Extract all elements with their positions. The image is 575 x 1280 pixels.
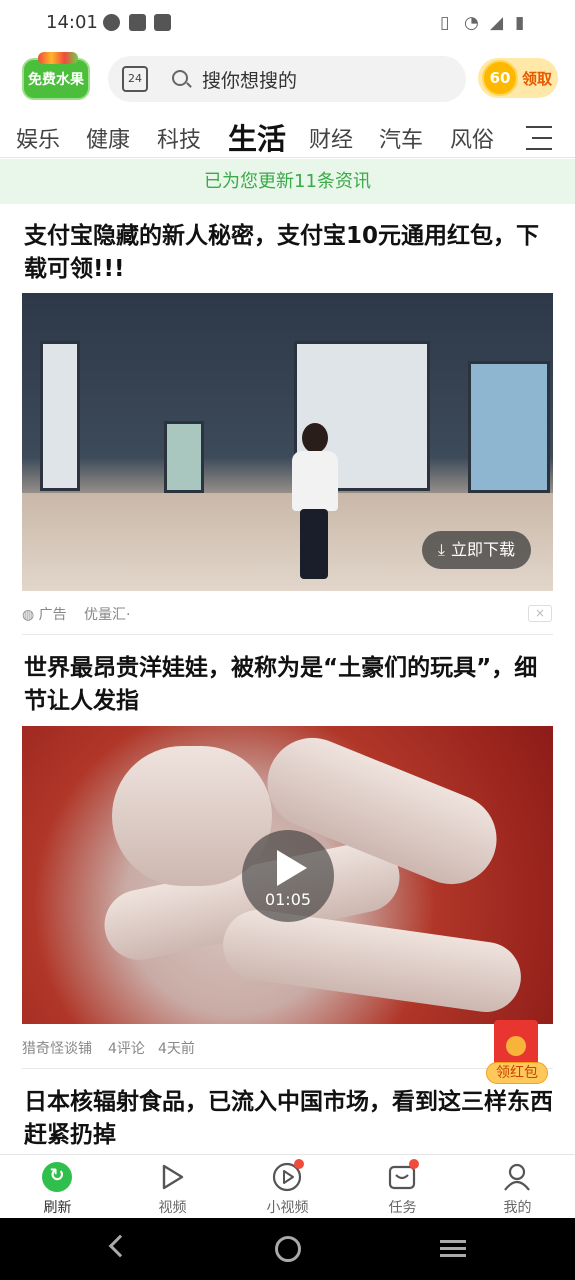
play-icon — [277, 850, 307, 886]
signal-icon: ◢ — [490, 13, 504, 33]
bottom-nav: 刷新 视频 小视频 任务 我的 — [0, 1154, 575, 1218]
back-icon[interactable] — [108, 1234, 132, 1258]
home-icon[interactable] — [275, 1236, 301, 1262]
video-thumbnail[interactable]: 01:05 — [22, 726, 553, 1024]
play-icon — [162, 1164, 184, 1190]
tab-auto[interactable]: 汽车 — [379, 122, 423, 154]
refresh-icon — [42, 1162, 72, 1192]
nav-profile[interactable]: 我的 — [460, 1155, 575, 1219]
nav-label: 小视频 — [266, 1200, 309, 1216]
tab-health[interactable]: 健康 — [86, 122, 130, 154]
update-notice: 已为您更新11条资讯 — [0, 159, 575, 204]
battery-icon: ▮ — [515, 13, 525, 33]
comment-count: 4评论 — [108, 1041, 145, 1057]
ad-source: 优量汇· — [84, 607, 131, 623]
logo-label: 免费水果 — [28, 72, 84, 88]
claim-label: 领取 — [522, 70, 553, 88]
app-header: 免费水果 24 搜你想搜的 60 领取 — [0, 46, 575, 110]
notification-badge — [294, 1159, 304, 1169]
coin-claim-button[interactable]: 60 领取 — [478, 58, 558, 98]
mail-icon — [154, 14, 171, 31]
post-time: 4天前 — [158, 1041, 195, 1057]
search-bar[interactable]: 24 搜你想搜的 — [108, 56, 466, 102]
tab-tech[interactable]: 科技 — [157, 122, 201, 154]
tab-customs[interactable]: 风俗 — [450, 122, 494, 154]
red-packet-button[interactable]: 领红包 — [486, 1020, 548, 1086]
calendar-icon[interactable]: 24 — [122, 66, 148, 92]
nav-video[interactable]: 视频 — [115, 1155, 230, 1219]
channel-menu-icon[interactable] — [520, 126, 552, 150]
nav-refresh[interactable]: 刷新 — [0, 1155, 115, 1219]
red-envelope-icon — [494, 1020, 538, 1068]
ad-image[interactable]: ⤓ 立即下载 — [22, 293, 553, 591]
download-button[interactable]: ⤓ 立即下载 — [421, 531, 531, 569]
download-icon: ⤓ — [437, 540, 445, 559]
tab-entertainment[interactable]: 娱乐 — [16, 122, 60, 154]
video-duration: 01:05 — [264, 890, 312, 909]
fruit-icon — [38, 52, 78, 64]
nav-label: 视频 — [158, 1200, 187, 1216]
channel-tabs: 娱乐 健康 科技 生活 财经 汽车 风俗 — [0, 110, 575, 158]
system-nav-bar — [0, 1218, 575, 1280]
notification-badge — [409, 1159, 419, 1169]
ad-badge: ◍ 广告 — [22, 607, 67, 623]
mail-icon — [129, 14, 146, 31]
tab-finance[interactable]: 财经 — [309, 122, 353, 154]
coin-icon: 60 — [482, 60, 518, 96]
nav-label: 我的 — [503, 1200, 532, 1216]
red-packet-label: 领红包 — [486, 1062, 548, 1084]
video-source: 猎奇怪谈铺 — [22, 1041, 92, 1057]
profile-icon — [504, 1163, 530, 1191]
news-feed[interactable]: 支付宝隐藏的新人秘密，支付宝10元通用红包，下载可领!!! ⤓ 立即下载 ◍ 广告… — [0, 204, 575, 1154]
nav-short-video[interactable]: 小视频 — [230, 1155, 345, 1219]
nav-label: 任务 — [388, 1200, 417, 1216]
status-time: 14:01 — [46, 12, 98, 33]
tab-life[interactable]: 生活 — [228, 116, 286, 158]
person-figure — [284, 423, 344, 583]
download-label: 立即下载 — [450, 540, 515, 559]
nav-label: 刷新 — [43, 1200, 72, 1216]
vibrate-icon: ▯ — [440, 13, 450, 33]
recent-apps-icon[interactable] — [440, 1240, 466, 1258]
search-icon — [172, 70, 188, 86]
search-input[interactable]: 搜你想搜的 — [202, 66, 297, 93]
feed-item-title[interactable]: 世界最昂贵洋娃娃，被称为是“土豪们的玩具”，细节让人发指 — [24, 652, 559, 718]
check-circle-icon — [103, 14, 120, 31]
app-logo[interactable]: 免费水果 — [22, 52, 90, 100]
feed-item-title[interactable]: 日本核辐射食品，已流入中国市场，看到这三样东西赶紧扔掉 — [24, 1086, 559, 1152]
status-bar: 14:01 ▯ ◔ ◢ ▮ — [0, 0, 575, 46]
wifi-icon: ◔ — [464, 13, 479, 33]
feed-item-title[interactable]: 支付宝隐藏的新人秘密，支付宝10元通用红包，下载可领!!! — [24, 220, 559, 286]
nav-tasks[interactable]: 任务 — [345, 1155, 460, 1219]
play-button[interactable]: 01:05 — [242, 830, 334, 922]
close-ad-button[interactable]: × — [528, 605, 552, 622]
